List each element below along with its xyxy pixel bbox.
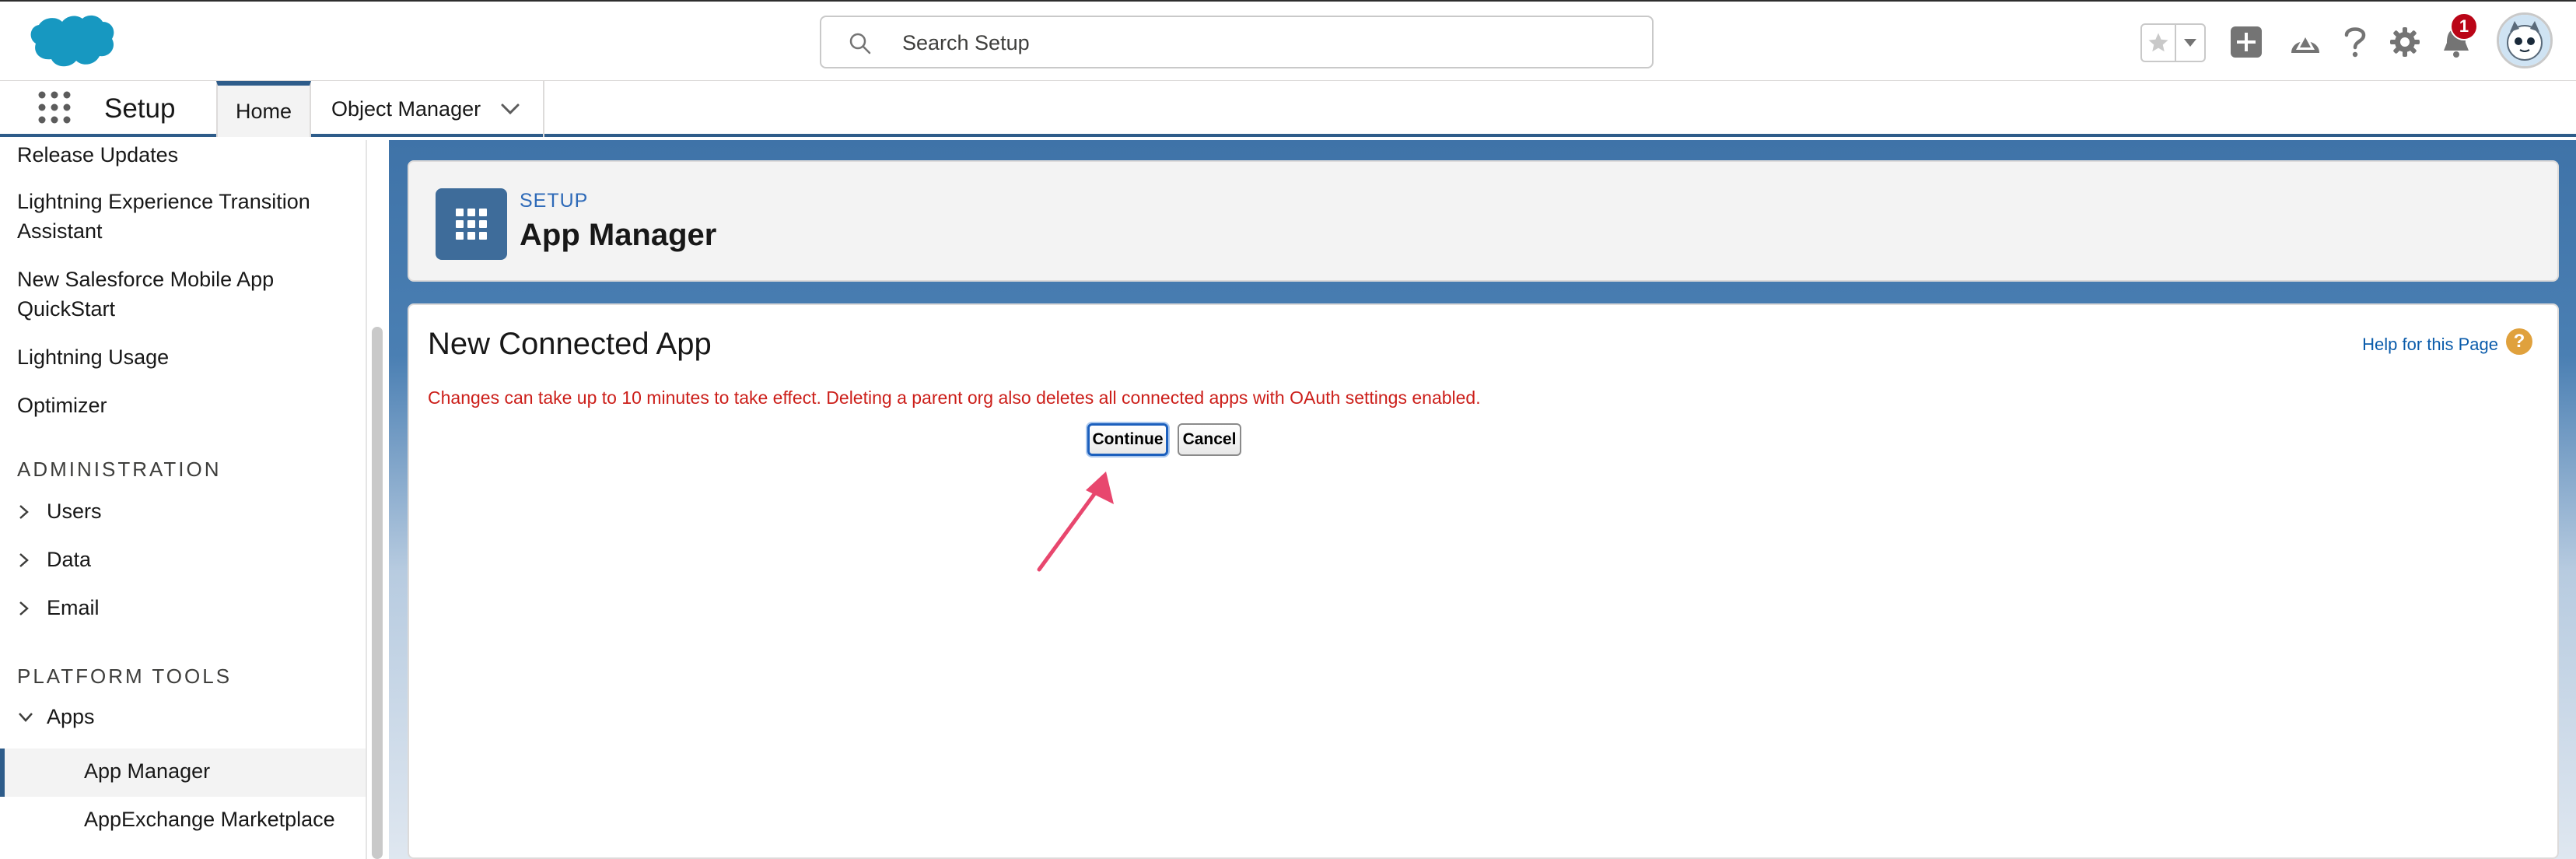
help-for-this-page-link[interactable]: Help for this Page: [2362, 335, 2498, 355]
setup-sidebar: Release Updates Lightning Experience Tra…: [0, 140, 366, 859]
chevron-right-icon: [19, 504, 29, 519]
sidebar-item-appexchange[interactable]: AppExchange Marketplace: [84, 805, 335, 834]
section-title: New Connected App: [428, 327, 712, 361]
favorites-dropdown-button[interactable]: [2176, 25, 2204, 61]
sidebar-item-release-updates[interactable]: Release Updates: [17, 140, 178, 170]
global-actions-button[interactable]: [2228, 23, 2265, 61]
sidebar-item-app-manager[interactable]: App Manager: [84, 756, 210, 786]
tab-home[interactable]: Home: [216, 81, 311, 137]
annotation-arrow-icon: [1037, 472, 1114, 572]
chevron-down-icon: [19, 712, 33, 722]
context-bar: Setup Home Object Manager: [0, 81, 2576, 137]
sidebar-item-label: Data: [47, 548, 92, 571]
sidebar-item-label: Email: [47, 596, 100, 619]
caret-down-icon: [2184, 39, 2196, 47]
search-input[interactable]: Search Setup: [820, 16, 1654, 68]
favorite-star-button[interactable]: [2142, 25, 2176, 61]
page-header: SETUP App Manager: [408, 160, 2559, 282]
chevron-right-icon: [19, 552, 29, 567]
sidebar-item-lightning-transition[interactable]: Lightning Experience Transition Assistan…: [17, 187, 344, 246]
sidebar-item-apps[interactable]: Apps: [17, 705, 95, 729]
sidebar-item-optimizer[interactable]: Optimizer: [17, 391, 107, 420]
trailhead-guidance-button[interactable]: [2287, 23, 2324, 61]
content-card: New Connected App Help for this Page ? C…: [408, 303, 2559, 859]
chevron-right-icon: [19, 601, 29, 615]
cancel-button[interactable]: Cancel: [1178, 423, 1241, 456]
section-administration: ADMINISTRATION: [17, 458, 222, 481]
app-manager-icon: [436, 188, 507, 260]
add-icon: [2231, 26, 2262, 58]
favorites-group: [2140, 23, 2206, 62]
continue-button[interactable]: Continue: [1087, 423, 1168, 456]
app-launcher-waffle-icon[interactable]: [37, 90, 72, 124]
notification-count-badge: 1: [2450, 12, 2478, 40]
sidebar-item-label: Apps: [47, 705, 95, 728]
search-placeholder: Search Setup: [902, 31, 1030, 54]
global-header: Search Setup 1: [0, 0, 2576, 81]
tab-object-manager-label: Object Manager: [331, 96, 481, 121]
sidebar-item-label: Users: [47, 500, 102, 523]
grid-icon: [456, 209, 487, 240]
star-icon: [2148, 33, 2168, 52]
sidebar-item-users[interactable]: Users: [17, 500, 102, 524]
page-eyebrow: SETUP: [520, 190, 589, 212]
user-avatar[interactable]: [2497, 12, 2553, 68]
sidebar-item-mobile-quickstart[interactable]: New Salesforce Mobile App QuickStart: [17, 265, 328, 324]
search-icon: [849, 33, 871, 54]
section-platform-tools: PLATFORM TOOLS: [17, 664, 233, 688]
sidebar-item-data[interactable]: Data: [17, 548, 91, 572]
sidebar-item-lightning-usage[interactable]: Lightning Usage: [17, 342, 169, 372]
help-button[interactable]: [2336, 23, 2374, 61]
astro-avatar-icon: [2499, 15, 2550, 66]
warning-message: Changes can take up to 10 minutes to tak…: [428, 387, 1481, 408]
tab-object-manager[interactable]: Object Manager: [311, 81, 544, 137]
sidebar-scrollbar-thumb[interactable]: [372, 327, 383, 859]
trailhead-icon: [2291, 33, 2319, 53]
question-mark-icon: [2344, 27, 2366, 58]
setup-gear-button[interactable]: [2386, 23, 2424, 61]
app-name: Setup: [104, 93, 176, 124]
page-title: App Manager: [520, 218, 717, 252]
chevron-down-icon[interactable]: [499, 98, 521, 120]
salesforce-logo-icon[interactable]: [23, 12, 117, 75]
sidebar-item-email[interactable]: Email: [17, 596, 100, 620]
gear-icon: [2390, 27, 2420, 57]
help-circle-icon[interactable]: ?: [2506, 328, 2532, 355]
